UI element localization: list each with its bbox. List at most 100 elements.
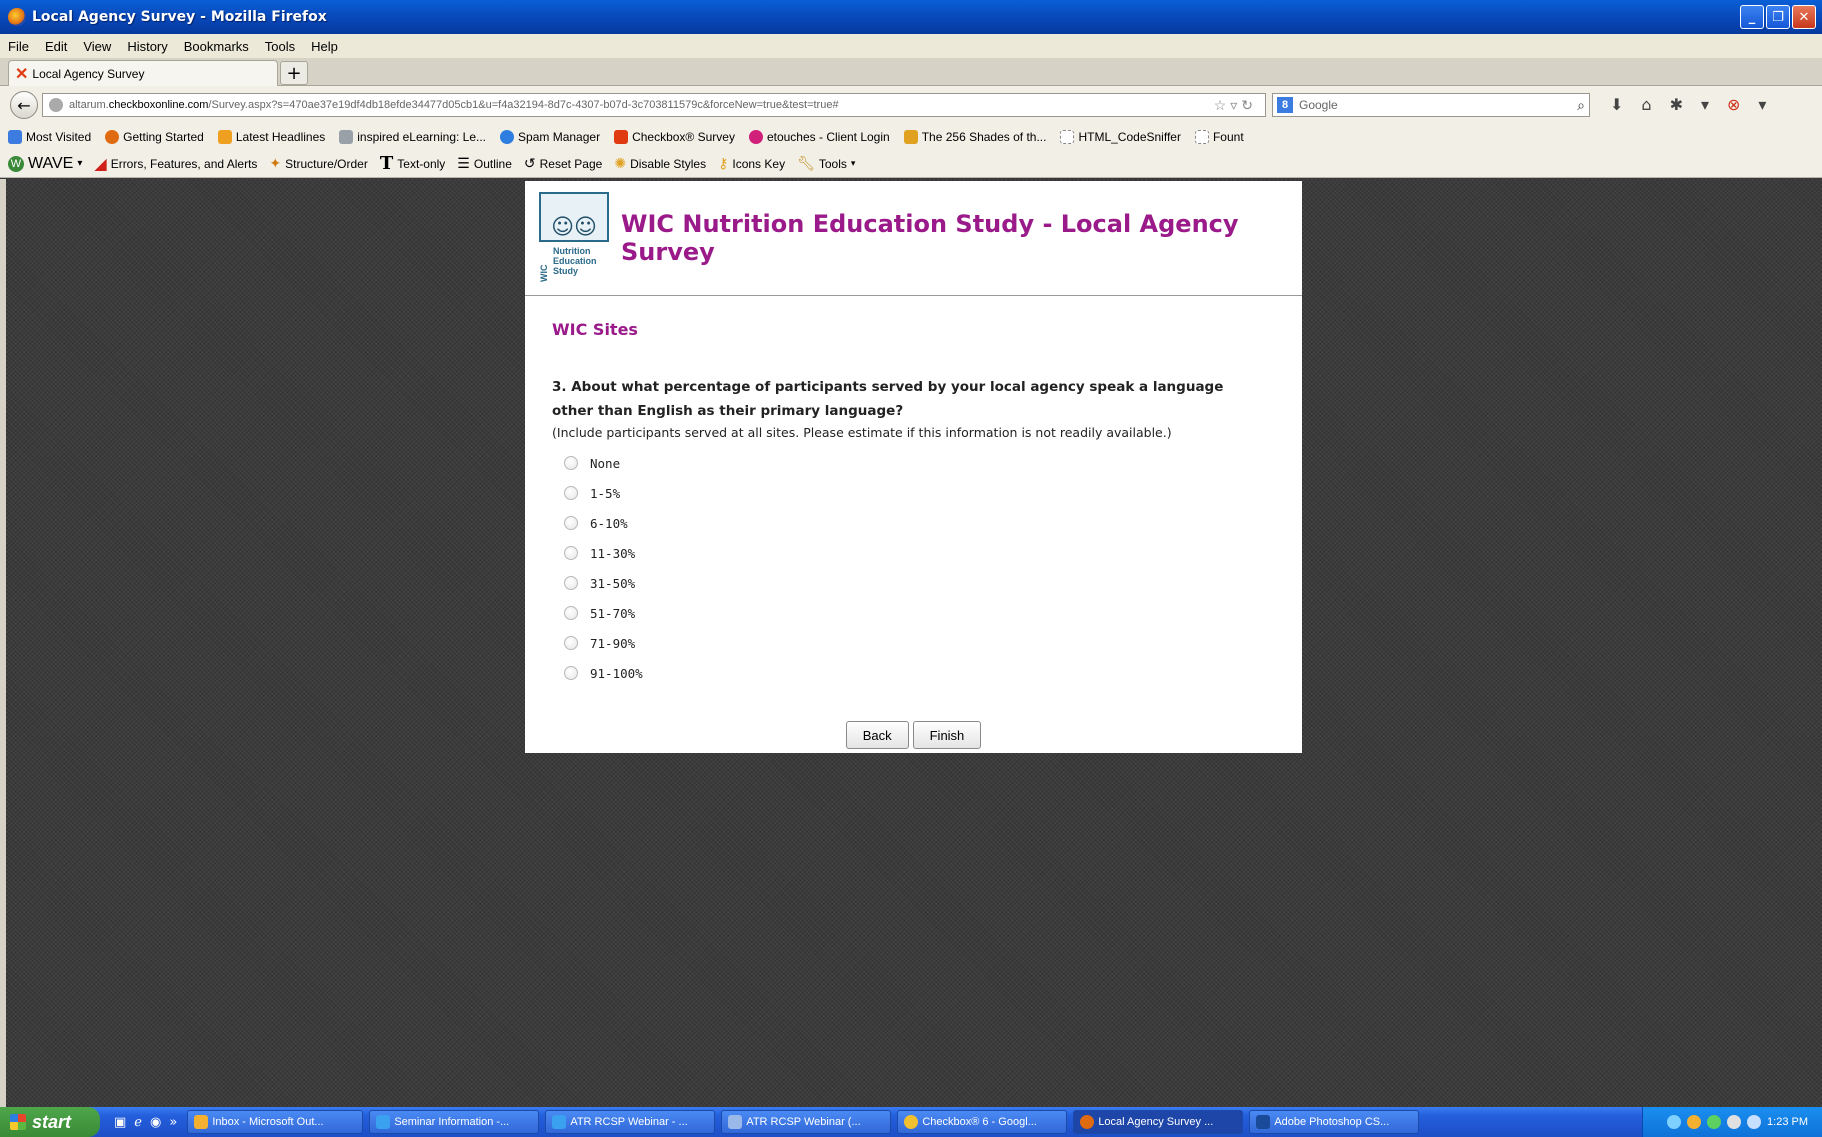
wave-text-only[interactable]: T Text-only <box>380 153 445 174</box>
radio-button[interactable] <box>564 486 578 500</box>
windows-taskbar: start ▣ ℯ ◉ » Inbox - Microsoft Out... S… <box>0 1107 1822 1137</box>
bookmark-latest-headlines[interactable]: Latest Headlines <box>217 130 325 144</box>
radio-button[interactable] <box>564 546 578 560</box>
bookmark-inspired-elearning[interactable]: inspired eLearning: Le... <box>339 130 486 144</box>
survey-card: ☺☺ WIC Nutrition Education Study WIC Nut… <box>525 181 1302 753</box>
outlook-icon[interactable]: ◉ <box>150 1115 161 1130</box>
tray-shield-icon[interactable] <box>1727 1115 1742 1129</box>
radio-button[interactable] <box>564 516 578 530</box>
ie-icon[interactable]: ℯ <box>134 1115 142 1130</box>
task-checkbox-chrome[interactable]: Checkbox® 6 - Googl... <box>897 1110 1068 1134</box>
bookmark-getting-started[interactable]: Getting Started <box>105 130 204 144</box>
radio-button[interactable] <box>564 636 578 650</box>
clock[interactable]: 1:23 PM <box>1767 1116 1808 1128</box>
bookmark-html-codesniffer[interactable]: HTML_CodeSniffer <box>1060 130 1181 144</box>
wave-item-label: Structure/Order <box>285 156 368 171</box>
search-icon[interactable]: ⌕ <box>1577 97 1585 114</box>
task-local-agency-survey[interactable]: Local Agency Survey ... <box>1073 1110 1244 1134</box>
back-button[interactable]: ← <box>10 91 38 119</box>
option-1-5[interactable]: 1-5% <box>552 478 1275 508</box>
task-inbox[interactable]: Inbox - Microsoft Out... <box>187 1110 364 1134</box>
wave-reset-page[interactable]: ↺ Reset Page <box>524 155 602 172</box>
url-domain: checkboxonline.com <box>108 99 209 111</box>
page-icon <box>1194 130 1209 144</box>
bookmark-etouches[interactable]: etouches - Client Login <box>748 130 890 144</box>
option-6-10[interactable]: 6-10% <box>552 508 1275 538</box>
dropdown-icon[interactable]: ▾ <box>1758 95 1766 114</box>
task-seminar[interactable]: Seminar Information -... <box>369 1110 540 1134</box>
tray-outlook-icon[interactable] <box>1687 1115 1702 1129</box>
download-icon[interactable]: ⬇ <box>1610 95 1623 114</box>
menu-edit[interactable]: Edit <box>45 39 67 54</box>
task-atr-webinar-1[interactable]: ATR RCSP Webinar - ... <box>545 1110 716 1134</box>
menu-tools[interactable]: Tools <box>265 39 295 54</box>
quick-launch: ▣ ℯ ◉ » <box>114 1115 177 1130</box>
option-11-30[interactable]: 11-30% <box>552 538 1275 568</box>
new-tab-button[interactable]: + <box>280 61 308 85</box>
answer-options: None 1-5% 6-10% 11-30% 31-50% 51-70% 71-… <box>552 448 1275 688</box>
menu-help[interactable]: Help <box>311 39 338 54</box>
bookmark-checkbox-survey[interactable]: Checkbox® Survey <box>614 130 735 144</box>
bookmark-256-shades[interactable]: The 256 Shades of th... <box>903 130 1046 144</box>
wave-tools[interactable]: 🔧︎ Tools ▾ <box>797 155 855 172</box>
restore-button[interactable]: ❐ <box>1766 5 1790 29</box>
survey-body: WIC Sites 3. About what percentage of pa… <box>525 296 1302 712</box>
minimize-button[interactable]: _ <box>1740 5 1764 29</box>
option-label: 31-50% <box>590 575 636 591</box>
addon-icon[interactable]: ✱ <box>1670 95 1683 114</box>
option-71-90[interactable]: 71-90% <box>552 628 1275 658</box>
option-none[interactable]: None <box>552 448 1275 478</box>
bookmark-label: Checkbox® Survey <box>632 130 735 144</box>
option-91-100[interactable]: 91-100% <box>552 658 1275 688</box>
page-viewport[interactable]: ☺☺ WIC Nutrition Education Study WIC Nut… <box>6 179 1822 1107</box>
wave-outline[interactable]: ☰ Outline <box>457 155 512 172</box>
bookmark-fount[interactable]: Fount <box>1194 130 1244 144</box>
wave-disable-styles[interactable]: ✺ Disable Styles <box>614 155 706 172</box>
radio-button[interactable] <box>564 456 578 470</box>
url-bar[interactable]: altarum. checkboxonline.com/Survey.aspx?s… <box>42 93 1266 117</box>
bookmark-star-icon[interactable]: ☆▿↻ <box>1214 97 1257 114</box>
outlook-icon <box>194 1115 209 1129</box>
home-icon[interactable]: ⌂ <box>1641 95 1651 114</box>
tab-local-agency-survey[interactable]: ✕ Local Agency Survey <box>8 60 278 86</box>
task-label: Local Agency Survey ... <box>1098 1116 1214 1128</box>
close-button[interactable]: ✕ <box>1792 5 1816 29</box>
task-atr-webinar-2[interactable]: ATR RCSP Webinar (... <box>721 1110 892 1134</box>
stop-icon[interactable]: ⊗ <box>1727 95 1740 114</box>
search-bar[interactable]: 8 Google ⌕ <box>1272 93 1590 117</box>
menu-file[interactable]: File <box>8 39 29 54</box>
task-photoshop[interactable]: Adobe Photoshop CS... <box>1249 1110 1420 1134</box>
tray-network-icon[interactable] <box>1707 1115 1722 1129</box>
tray-arrow-icon[interactable] <box>1667 1115 1682 1129</box>
radio-button[interactable] <box>564 666 578 680</box>
bookmark-spam-manager[interactable]: Spam Manager <box>500 130 600 144</box>
overflow-chevron-icon[interactable]: » <box>169 1115 177 1130</box>
site-identity-icon[interactable] <box>49 98 63 112</box>
back-page-button[interactable]: Back <box>845 721 909 749</box>
url-path: /Survey.aspx?s=470ae37e19df4db18efde3447… <box>208 99 839 111</box>
firefox-icon <box>1080 1115 1095 1129</box>
menu-view[interactable]: View <box>83 39 111 54</box>
desktop-icon[interactable]: ▣ <box>114 1115 126 1130</box>
window-titlebar[interactable]: Local Agency Survey - Mozilla Firefox _ … <box>0 0 1822 34</box>
radio-button[interactable] <box>564 606 578 620</box>
menu-history[interactable]: History <box>127 39 167 54</box>
search-engine-icon[interactable]: 8 <box>1277 97 1293 113</box>
dropdown-icon[interactable]: ▾ <box>1701 95 1709 114</box>
checkbox-x-icon <box>614 130 629 144</box>
bookmark-icon <box>903 130 918 144</box>
wave-menu[interactable]: W WAVE ▾ <box>8 155 82 173</box>
wave-structure[interactable]: ✦ Structure/Order <box>269 155 367 172</box>
option-51-70[interactable]: 51-70% <box>552 598 1275 628</box>
wave-icons-key[interactable]: ⚷ Icons Key <box>718 155 785 172</box>
start-button[interactable]: start <box>0 1107 100 1137</box>
wave-errors[interactable]: ◢ Errors, Features, and Alerts <box>94 154 257 174</box>
bookmark-most-visited[interactable]: Most Visited <box>8 130 91 144</box>
back-arrow-icon: ← <box>17 95 31 115</box>
menu-bar: File Edit View History Bookmarks Tools H… <box>0 34 1822 58</box>
radio-button[interactable] <box>564 576 578 590</box>
menu-bookmarks[interactable]: Bookmarks <box>184 39 249 54</box>
tray-volume-icon[interactable] <box>1747 1115 1762 1129</box>
option-31-50[interactable]: 31-50% <box>552 568 1275 598</box>
finish-button[interactable]: Finish <box>912 721 982 749</box>
